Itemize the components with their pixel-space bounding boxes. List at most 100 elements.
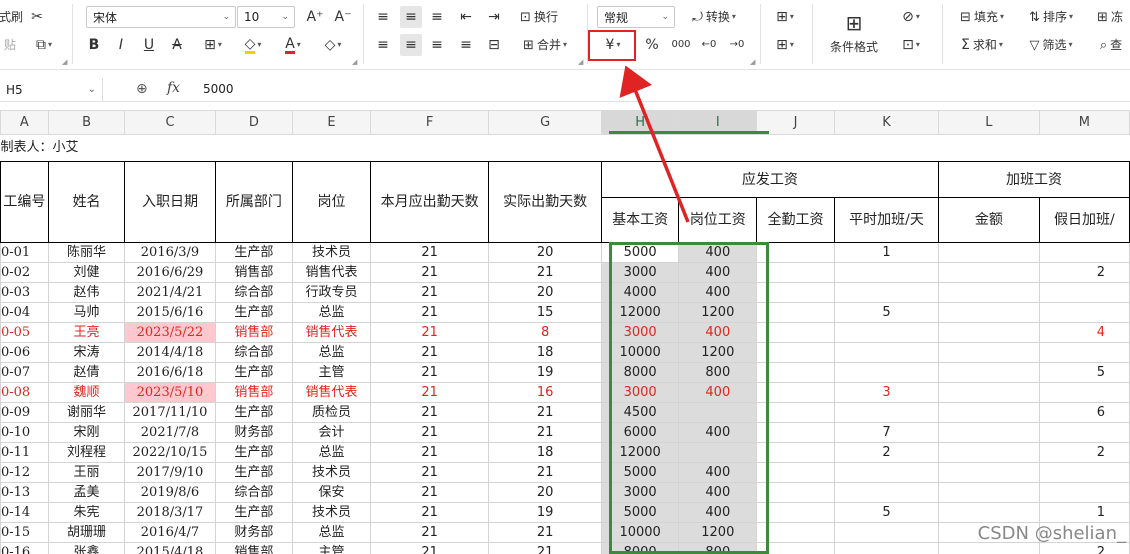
table-cell[interactable]: 1 bbox=[1038, 502, 1130, 523]
table-cell[interactable]: 21 bbox=[488, 262, 602, 283]
table-cell[interactable]: 0-16 bbox=[0, 542, 49, 554]
table-cell[interactable]: 财务部 bbox=[214, 522, 294, 543]
table-cell[interactable]: 0-12 bbox=[0, 462, 49, 483]
table-cell[interactable] bbox=[938, 262, 1040, 283]
cell-style-icon[interactable]: ⊞ ▾ bbox=[770, 36, 800, 54]
table-cell[interactable] bbox=[1038, 462, 1130, 483]
table-cell[interactable]: 0-14 bbox=[0, 502, 49, 523]
table-cell[interactable] bbox=[938, 542, 1040, 554]
table-cell[interactable]: 赵伟 bbox=[47, 282, 126, 303]
table-cell[interactable]: 0-15 bbox=[0, 522, 49, 543]
table-cell[interactable] bbox=[1038, 302, 1130, 323]
table-cell[interactable]: 2015/6/16 bbox=[124, 302, 216, 323]
table-cell[interactable]: 5000 bbox=[600, 462, 680, 483]
table-cell[interactable]: 0-10 bbox=[0, 422, 49, 443]
column-header[interactable]: M bbox=[1038, 110, 1130, 135]
table-cell[interactable] bbox=[833, 282, 940, 303]
align-center-icon[interactable]: ≡ bbox=[400, 34, 422, 56]
align-bottom-icon[interactable]: ≡ bbox=[428, 8, 446, 26]
spreadsheet-grid[interactable]: ABCDEFGHIJKLM 制表人：小艾 工编号 姓名 入职日期 所属部门 岗位… bbox=[0, 110, 1130, 554]
decrease-decimal-button[interactable]: →0 bbox=[726, 36, 748, 54]
table-cell[interactable] bbox=[938, 242, 1040, 263]
table-cell[interactable]: 19 bbox=[488, 502, 602, 523]
cut-icon[interactable]: ✂ bbox=[26, 8, 48, 26]
table-cell[interactable]: 宋刚 bbox=[47, 422, 126, 443]
table-cell[interactable] bbox=[756, 402, 835, 423]
table-cell[interactable] bbox=[756, 382, 835, 403]
align-right-icon[interactable]: ≡ bbox=[428, 36, 446, 54]
table-cell[interactable]: 3000 bbox=[600, 262, 680, 283]
number-format-select[interactable]: 常规 ⌄ bbox=[597, 6, 675, 28]
align-left-icon[interactable]: ≡ bbox=[374, 36, 392, 54]
align-top-icon[interactable]: ≡ bbox=[374, 8, 392, 26]
table-cell[interactable]: 技术员 bbox=[292, 462, 371, 483]
function-icon[interactable]: fx bbox=[167, 80, 180, 96]
table-cell[interactable] bbox=[756, 242, 835, 263]
table-cell[interactable]: 0-09 bbox=[0, 402, 49, 423]
table-cell[interactable]: 800 bbox=[678, 362, 758, 383]
table-cell[interactable]: 21 bbox=[369, 362, 490, 383]
table-cell[interactable]: 7 bbox=[833, 422, 940, 443]
table-cell[interactable]: 21 bbox=[369, 422, 490, 443]
table-cell[interactable] bbox=[938, 502, 1040, 523]
table-cell[interactable]: 3000 bbox=[600, 482, 680, 503]
table-cell[interactable]: 5000 bbox=[600, 502, 680, 523]
table-cell[interactable]: 综合部 bbox=[214, 342, 294, 363]
table-cell[interactable]: 21 bbox=[488, 522, 602, 543]
border-box-icon[interactable]: ⊡ ▾ bbox=[896, 36, 926, 54]
header-attend[interactable]: 全勤工资 bbox=[756, 197, 835, 243]
table-cell[interactable]: 2 bbox=[1038, 542, 1130, 554]
table-cell[interactable]: 0-03 bbox=[0, 282, 49, 303]
table-cell[interactable] bbox=[756, 322, 835, 343]
table-cell[interactable]: 400 bbox=[678, 282, 758, 303]
table-cell[interactable] bbox=[756, 482, 835, 503]
table-cell[interactable]: 张鑫 bbox=[47, 542, 126, 554]
table-cell[interactable]: 2018/3/17 bbox=[124, 502, 216, 523]
table-cell[interactable]: 生产部 bbox=[214, 502, 294, 523]
table-cell[interactable]: 5 bbox=[833, 502, 940, 523]
table-cell[interactable]: 16 bbox=[488, 382, 602, 403]
paste-button[interactable]: 贴 bbox=[0, 37, 20, 53]
convert-button[interactable]: ⤾ 转换 ▾ bbox=[684, 8, 744, 26]
table-cell[interactable]: 0-06 bbox=[0, 342, 49, 363]
table-cell[interactable]: 2022/10/15 bbox=[124, 442, 216, 463]
table-cell[interactable] bbox=[833, 542, 940, 554]
table-cell[interactable]: 2021/4/21 bbox=[124, 282, 216, 303]
table-cell[interactable]: 销售代表 bbox=[292, 322, 371, 343]
table-cell[interactable] bbox=[756, 262, 835, 283]
underline-icon[interactable]: U bbox=[139, 36, 159, 54]
percent-button[interactable]: % bbox=[642, 36, 662, 54]
table-cell[interactable] bbox=[833, 402, 940, 423]
autosum-button[interactable]: Σ 求和 ▾ bbox=[952, 36, 1012, 54]
table-cell[interactable]: 胡珊珊 bbox=[47, 522, 126, 543]
table-cell[interactable]: 18 bbox=[488, 442, 602, 463]
column-header[interactable]: L bbox=[938, 110, 1040, 135]
table-cell[interactable]: 400 bbox=[678, 382, 758, 403]
column-header[interactable]: A bbox=[0, 110, 49, 135]
table-cell[interactable]: 刘健 bbox=[47, 262, 126, 283]
justify-icon[interactable]: ≡ bbox=[456, 36, 476, 54]
table-cell[interactable]: 400 bbox=[678, 422, 758, 443]
fill-color-icon[interactable]: ◇ ▾ bbox=[238, 36, 268, 54]
table-cell[interactable] bbox=[756, 362, 835, 383]
table-cell[interactable] bbox=[756, 342, 835, 363]
table-cell[interactable]: 0-04 bbox=[0, 302, 49, 323]
table-cell[interactable] bbox=[938, 402, 1040, 423]
table-cell[interactable]: 陈丽华 bbox=[47, 242, 126, 263]
table-cell[interactable]: 400 bbox=[678, 262, 758, 283]
table-cell[interactable]: 保安 bbox=[292, 482, 371, 503]
table-cell[interactable]: 2017/9/10 bbox=[124, 462, 216, 483]
table-cell[interactable]: 综合部 bbox=[214, 482, 294, 503]
number-expand-icon[interactable]: ◢ bbox=[750, 58, 755, 66]
table-cell[interactable]: 综合部 bbox=[214, 282, 294, 303]
increase-decimal-button[interactable]: ←0 bbox=[698, 36, 720, 54]
table-cell[interactable] bbox=[756, 462, 835, 483]
table-cell[interactable]: 王丽 bbox=[47, 462, 126, 483]
table-cell[interactable]: 1200 bbox=[678, 302, 758, 323]
table-cell[interactable]: 2016/6/18 bbox=[124, 362, 216, 383]
distributed-icon[interactable]: ⊟ bbox=[484, 36, 504, 54]
blank-cell[interactable] bbox=[293, 135, 1130, 162]
table-cell[interactable]: 财务部 bbox=[214, 422, 294, 443]
strikethrough-icon[interactable]: A bbox=[167, 36, 187, 54]
table-cell[interactable]: 400 bbox=[678, 462, 758, 483]
